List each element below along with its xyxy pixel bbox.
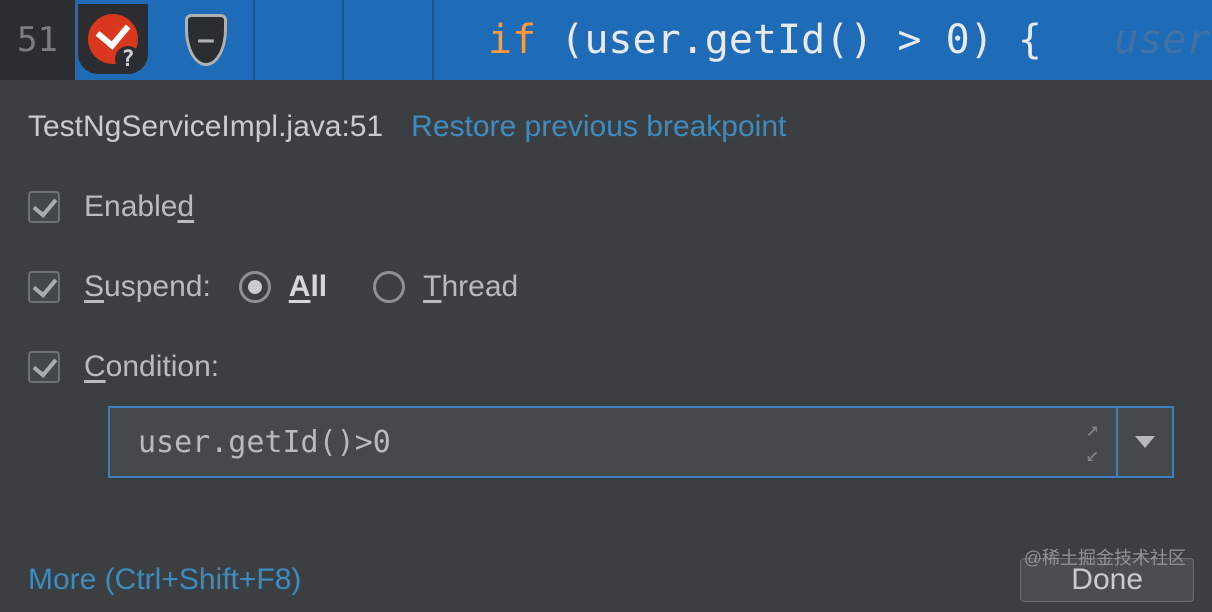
suspend-checkbox[interactable] [28, 271, 60, 303]
breakpoint-location: TestNgServiceImpl.java:51 [28, 110, 383, 144]
condition-label: Condition: [84, 350, 219, 384]
expand-icon[interactable]: ↗↙ [1086, 417, 1096, 467]
condition-history-dropdown[interactable] [1118, 406, 1174, 478]
gutter-line-number: 51 [0, 0, 75, 80]
enabled-checkbox[interactable] [28, 191, 60, 223]
suspend-all-label: All [289, 270, 327, 304]
restore-link[interactable]: Restore previous breakpoint [411, 110, 786, 144]
suspend-thread-label: Thread [423, 270, 518, 304]
suspend-thread-radio[interactable] [373, 271, 405, 303]
breakpoint-icon[interactable]: ? [78, 4, 148, 74]
breakpoint-panel: TestNgServiceImpl.java:51 Restore previo… [0, 80, 1212, 478]
condition-input[interactable]: user.getId()>0 ↗↙ [108, 406, 1118, 478]
more-link[interactable]: More (Ctrl+Shift+F8) [28, 563, 301, 597]
condition-checkbox[interactable] [28, 351, 60, 383]
suspend-all-radio[interactable] [239, 271, 271, 303]
chevron-down-icon [1135, 436, 1155, 448]
shield-icon[interactable]: – [182, 10, 230, 70]
editor-current-line: 51 ? – if (user.getId() > 0) { user [0, 0, 1212, 80]
watermark: @稀土掘金技术社区 [1024, 544, 1186, 570]
question-badge-icon: ? [115, 46, 141, 72]
condition-value: user.getId()>0 [138, 425, 391, 460]
suspend-label: Suspend: [84, 270, 211, 304]
enabled-label: Enabled [84, 190, 194, 224]
